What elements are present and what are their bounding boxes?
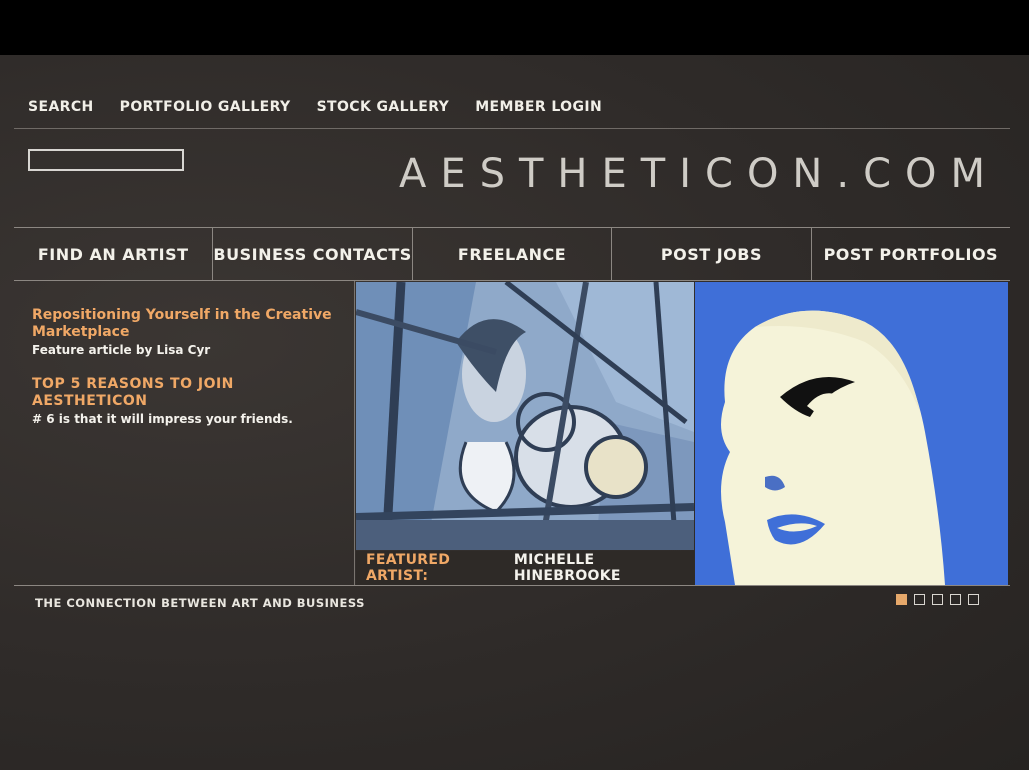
- feature-article-title[interactable]: Repositioning Yourself in the Creative M…: [32, 307, 342, 341]
- nav-post-portfolios[interactable]: POST PORTFOLIOS: [812, 228, 1010, 280]
- pager-dot-3[interactable]: [932, 594, 943, 605]
- featured-artist-name[interactable]: MICHELLE HINEBROOKE: [514, 552, 694, 584]
- website-screen: SEARCH PORTFOLIO GALLERY STOCK GALLERY M…: [0, 55, 1029, 770]
- featured-artist-label: FEATURED ARTIST:: [366, 552, 451, 584]
- pop-art-face-artwork[interactable]: [695, 282, 1008, 585]
- top-reasons-title[interactable]: TOP 5 REASONS TO JOIN AESTHETICON: [32, 376, 342, 410]
- nav-business-contacts[interactable]: BUSINESS CONTACTS: [213, 228, 413, 280]
- nav-search[interactable]: SEARCH: [28, 99, 94, 115]
- nav-find-an-artist[interactable]: FIND AN ARTIST: [14, 228, 214, 280]
- nav-stock-gallery[interactable]: STOCK GALLERY: [317, 99, 450, 115]
- promo-column: Repositioning Yourself in the Creative M…: [32, 307, 342, 427]
- pager-dot-4[interactable]: [950, 594, 961, 605]
- top-reasons: TOP 5 REASONS TO JOIN AESTHETICON # 6 is…: [32, 376, 342, 427]
- search-input[interactable]: [28, 149, 184, 171]
- pager-dot-2[interactable]: [914, 594, 925, 605]
- slide-pager: [896, 594, 979, 605]
- bottom-divider: [14, 585, 1010, 586]
- nav-portfolio-gallery[interactable]: PORTFOLIO GALLERY: [120, 99, 291, 115]
- top-divider: [14, 128, 1010, 129]
- nav-freelance[interactable]: FREELANCE: [413, 228, 613, 280]
- pop-art-face-image: [695, 282, 1008, 585]
- stained-glass-portrait-image: [356, 282, 694, 550]
- stained-glass-portrait-artwork[interactable]: [356, 282, 694, 550]
- feature-article: Repositioning Yourself in the Creative M…: [32, 307, 342, 358]
- top-nav: SEARCH PORTFOLIO GALLERY STOCK GALLERY M…: [28, 99, 602, 115]
- main-nav: FIND AN ARTIST BUSINESS CONTACTS FREELAN…: [14, 227, 1010, 281]
- featured-artist-caption[interactable]: FEATURED ARTIST: MICHELLE HINEBROOKE: [356, 551, 694, 585]
- column-divider: [354, 281, 355, 585]
- tagline: THE CONNECTION BETWEEN ART AND BUSINESS: [35, 596, 365, 610]
- feature-article-byline: Feature article by Lisa Cyr: [32, 343, 211, 357]
- top-reasons-text: # 6 is that it will impress your friends…: [32, 412, 293, 426]
- pager-dot-5[interactable]: [968, 594, 979, 605]
- nav-member-login[interactable]: MEMBER LOGIN: [475, 99, 602, 115]
- pager-dot-1[interactable]: [896, 594, 907, 605]
- nav-post-jobs[interactable]: POST JOBS: [612, 228, 812, 280]
- site-logo[interactable]: AESTHETICON.COM: [399, 151, 999, 197]
